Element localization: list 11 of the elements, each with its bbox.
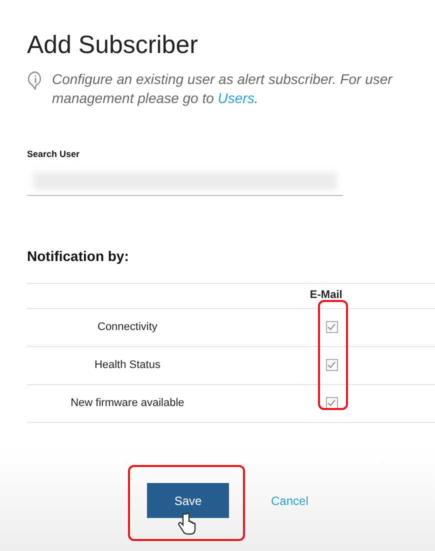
users-link[interactable]: Users <box>218 90 254 106</box>
page-title: Add Subscriber <box>27 30 199 60</box>
field-label: Search User <box>27 148 81 161</box>
row-label: Health Status <box>93 358 162 373</box>
row-label: Connectivity <box>96 320 158 335</box>
column-header: E-Mail <box>310 288 342 304</box>
save-button[interactable]: Save <box>147 483 229 518</box>
info-text: Configure an existing user as alert subscriber. For user management please go to Users. <box>52 70 394 108</box>
section-heading: Notification by: <box>27 246 130 266</box>
row-label: New firmware available <box>70 396 186 411</box>
cancel-link[interactable]: Cancel <box>271 492 308 510</box>
